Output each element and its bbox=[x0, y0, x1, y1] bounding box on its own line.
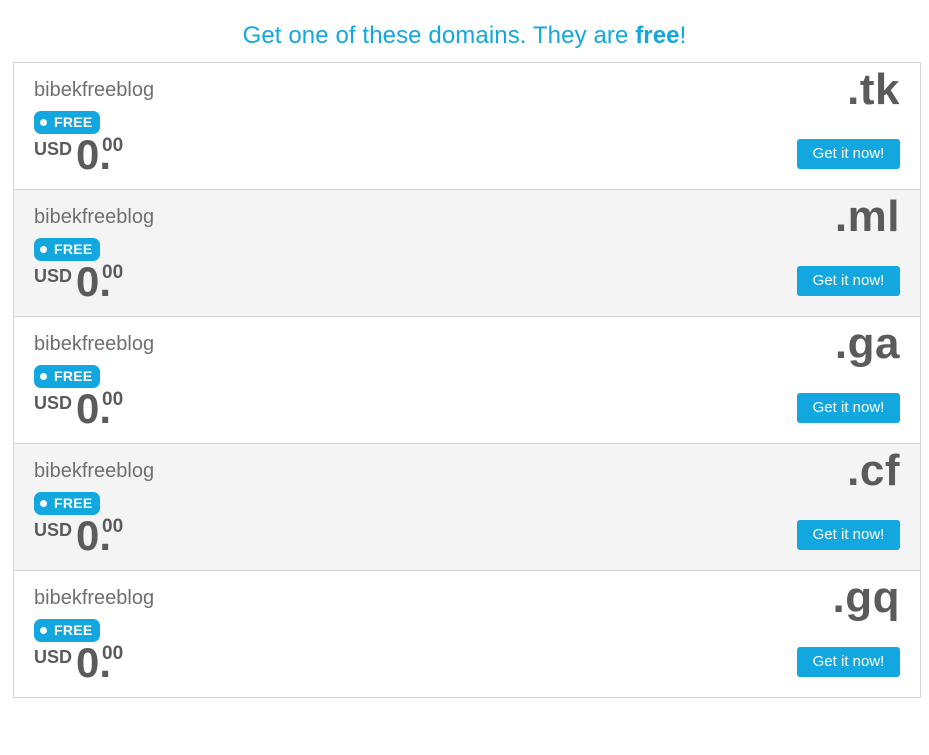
domain-row-tk: bibekfreeblog FREE USD 0. 00 .tk Get it … bbox=[14, 63, 920, 190]
heading-prefix: Get one of these domains. They are bbox=[242, 22, 636, 49]
dot-icon bbox=[40, 373, 47, 380]
price-cents: 00 bbox=[102, 262, 124, 283]
domain-row-gq: bibekfreeblog FREE USD 0. 00 .gq Get it … bbox=[14, 571, 920, 698]
price-currency: USD bbox=[34, 393, 73, 413]
domain-tld: .ga bbox=[834, 319, 900, 368]
domain-row-ml: bibekfreeblog FREE USD 0. 00 .ml Get it … bbox=[14, 190, 920, 317]
dot-icon bbox=[40, 119, 47, 126]
get-it-now-button[interactable]: Get it now! bbox=[797, 393, 900, 423]
domain-tld: .tk bbox=[847, 65, 900, 114]
price-currency: USD bbox=[34, 139, 73, 159]
domain-tld: .gq bbox=[832, 573, 900, 622]
domain-tld: .cf bbox=[847, 446, 900, 495]
heading-suffix: ! bbox=[679, 22, 687, 49]
price-cents: 00 bbox=[102, 389, 124, 410]
get-it-now-button[interactable]: Get it now! bbox=[797, 647, 900, 677]
price-cents: 00 bbox=[102, 135, 124, 156]
page-heading: Get one of these domains. They are free! bbox=[0, 22, 929, 50]
get-it-now-button[interactable]: Get it now! bbox=[797, 266, 900, 296]
heading-emphasis: free bbox=[635, 22, 680, 49]
price-cents: 00 bbox=[102, 516, 124, 537]
domain-name: bibekfreeblog bbox=[34, 79, 155, 101]
domain-tld: .ml bbox=[834, 192, 900, 241]
price-cents: 00 bbox=[102, 643, 124, 664]
domain-name: bibekfreeblog bbox=[34, 206, 155, 228]
domain-row-ga: bibekfreeblog FREE USD 0. 00 .ga Get it … bbox=[14, 317, 920, 444]
dot-icon bbox=[40, 500, 47, 507]
domain-list: bibekfreeblog FREE USD 0. 00 .tk Get it … bbox=[13, 62, 921, 698]
price-currency: USD bbox=[34, 266, 73, 286]
dot-icon bbox=[40, 246, 47, 253]
dot-icon bbox=[40, 627, 47, 634]
get-it-now-button[interactable]: Get it now! bbox=[797, 520, 900, 550]
domain-name: bibekfreeblog bbox=[34, 460, 155, 482]
domain-name: bibekfreeblog bbox=[34, 333, 155, 355]
price-currency: USD bbox=[34, 647, 73, 667]
price-currency: USD bbox=[34, 520, 73, 540]
domain-name: bibekfreeblog bbox=[34, 587, 155, 609]
get-it-now-button[interactable]: Get it now! bbox=[797, 139, 900, 169]
domain-row-cf: bibekfreeblog FREE USD 0. 00 .cf Get it … bbox=[14, 444, 920, 571]
